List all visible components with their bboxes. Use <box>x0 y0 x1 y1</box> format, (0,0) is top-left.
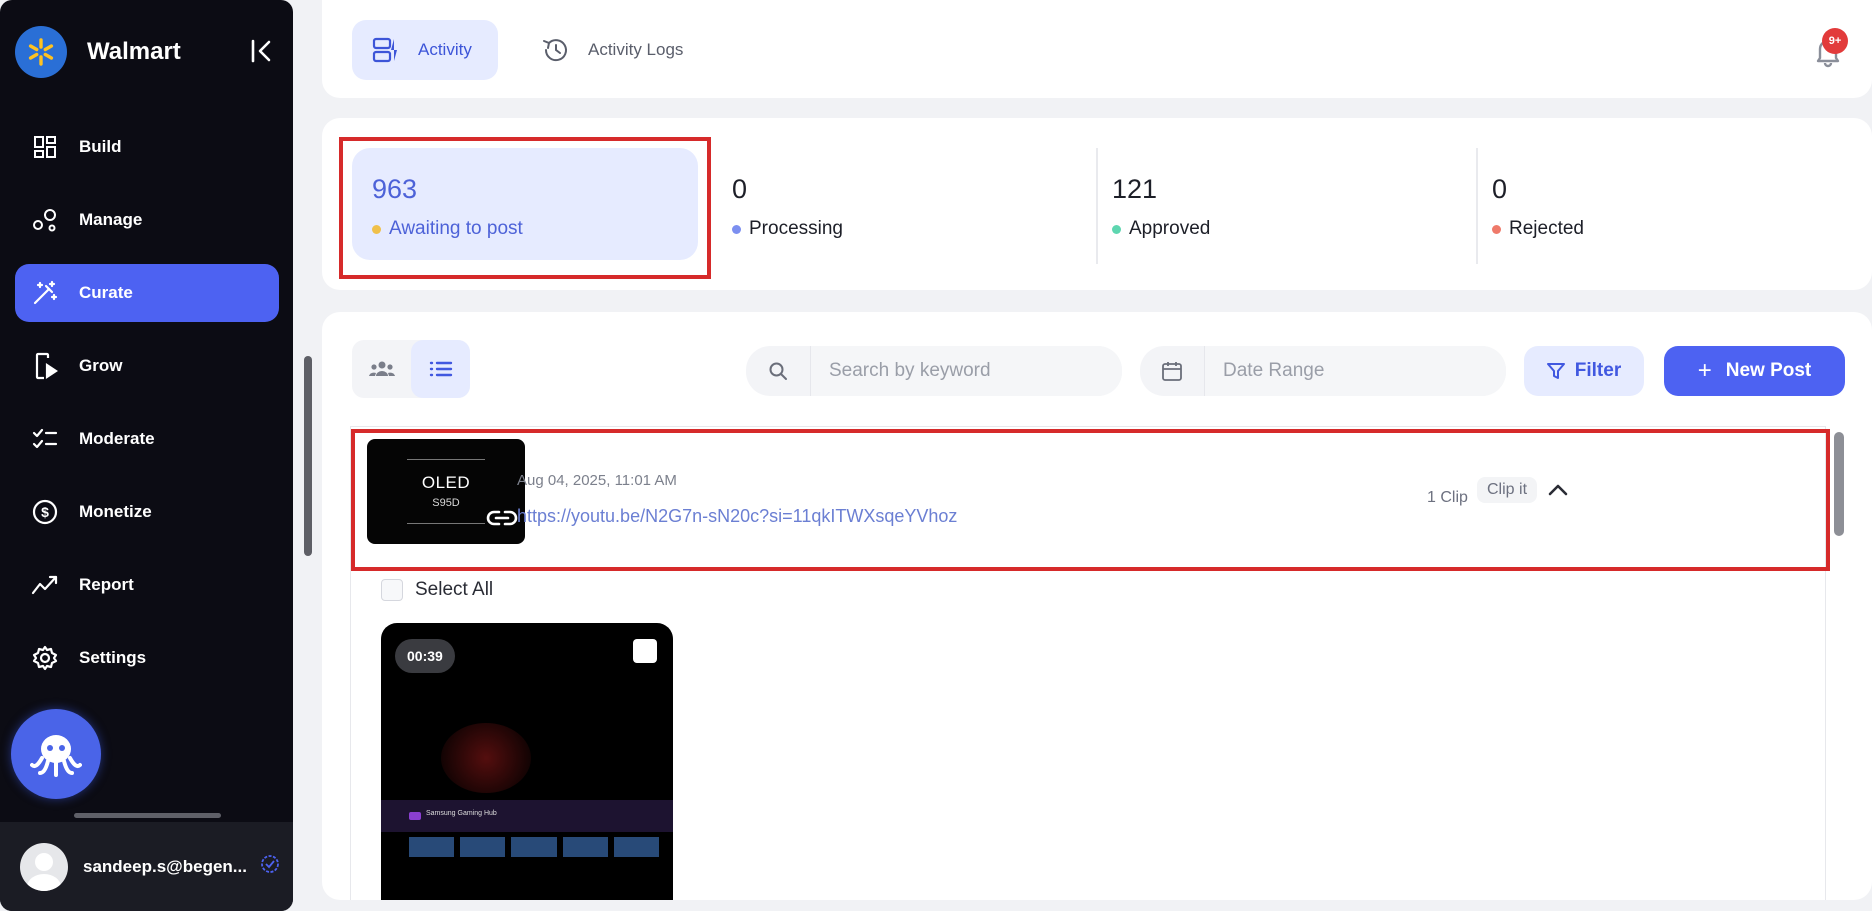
feed-scrollbar[interactable] <box>1834 432 1844 536</box>
sidebar-item-grow[interactable]: Grow <box>15 337 279 395</box>
collapse-sidebar-icon[interactable] <box>247 36 277 66</box>
clip-card[interactable]: 00:39 Samsung Gaming Hub <box>381 623 673 900</box>
stat-approved[interactable]: 121 Approved <box>1112 148 1438 260</box>
status-dot <box>732 224 741 234</box>
list-view-button[interactable] <box>411 340 470 398</box>
search-input[interactable] <box>829 360 1122 382</box>
svg-text:$: $ <box>41 504 49 520</box>
magic-wand-icon <box>31 279 59 307</box>
sidebar-item-label: Grow <box>79 356 123 375</box>
stat-value: 0 <box>1492 174 1508 204</box>
new-post-label: New Post <box>1725 360 1812 381</box>
preview-tile <box>460 837 506 857</box>
tab-label: Activity <box>418 40 472 59</box>
status-dot <box>1112 224 1121 234</box>
nodes-icon <box>31 206 59 234</box>
sidebar-divider <box>74 813 221 818</box>
stat-label: Rejected <box>1509 218 1584 239</box>
stat-value: 121 <box>1112 174 1158 204</box>
brand[interactable]: Walmart <box>15 26 181 78</box>
user-profile[interactable]: sandeep.s@begen... <box>0 822 293 911</box>
sidebar-item-curate[interactable]: Curate <box>15 264 279 322</box>
grid-icon <box>31 133 59 161</box>
sidebar-item-label: Monetize <box>79 502 152 521</box>
stat-rejected[interactable]: 0 Rejected <box>1492 148 1818 260</box>
clip-preview-tiles <box>409 837 660 857</box>
funnel-icon <box>1546 362 1565 380</box>
checkbox[interactable] <box>381 579 403 601</box>
assistant-octopus-button[interactable] <box>11 709 101 799</box>
sidebar-item-report[interactable]: Report <box>15 556 279 614</box>
tab-activity[interactable]: Activity <box>352 20 498 80</box>
history-icon <box>542 36 570 64</box>
page-scrollbar[interactable] <box>304 356 312 556</box>
clip-caption: Samsung Gaming Hub <box>426 810 497 817</box>
octopus-icon <box>30 735 82 777</box>
verified-badge-icon <box>261 855 279 878</box>
sidebar-item-label: Curate <box>79 283 133 302</box>
search-icon <box>746 361 810 381</box>
gear-icon <box>31 644 59 672</box>
search-box <box>746 346 1122 396</box>
preview-tile <box>511 837 557 857</box>
dollar-circle-icon: $ <box>31 498 59 526</box>
sidebar-item-label: Settings <box>79 648 147 667</box>
divider <box>1096 148 1098 264</box>
clip-preview-banner: Samsung Gaming Hub <box>381 800 673 832</box>
clip-duration: 00:39 <box>395 639 455 673</box>
trend-icon <box>31 571 59 599</box>
sidebar-item-label: Report <box>79 575 134 594</box>
sidebar-item-monetize[interactable]: $ Monetize <box>15 483 279 541</box>
sidebar-item-moderate[interactable]: Moderate <box>15 410 279 468</box>
select-all-checkbox[interactable]: Select All <box>381 579 493 601</box>
brand-name: Walmart <box>87 38 181 65</box>
preview-tile <box>562 837 608 857</box>
avatar <box>20 842 68 891</box>
tab-activity-logs[interactable]: Activity Logs <box>542 20 722 80</box>
content-panel: Filter + New Post OLED S95D Aug 04, 2025… <box>322 312 1872 900</box>
filter-label: Filter <box>1574 360 1622 381</box>
sidebar-item-settings[interactable]: Settings <box>15 629 279 687</box>
filter-button[interactable]: Filter <box>1524 346 1644 396</box>
top-bar: Activity Activity Logs 9+ <box>322 0 1872 98</box>
stat-processing[interactable]: 0 Processing <box>732 148 1058 260</box>
select-all-label: Select All <box>415 579 494 600</box>
sidebar-item-label: Manage <box>79 210 143 229</box>
sidebar-item-label: Moderate <box>79 429 155 448</box>
phone-play-icon <box>31 352 59 380</box>
date-range-box <box>1140 346 1506 396</box>
sidebar-nav: Build Manage Curate Grow Moderate $ Mone… <box>15 118 279 702</box>
tab-label: Activity Logs <box>588 40 684 59</box>
stat-label: Approved <box>1129 218 1211 239</box>
stat-value: 0 <box>732 174 748 204</box>
sidebar-item-manage[interactable]: Manage <box>15 191 279 249</box>
group-view-button[interactable] <box>352 340 411 398</box>
plus-icon: + <box>1697 357 1712 384</box>
calendar-icon[interactable] <box>1140 360 1204 382</box>
highlight-box <box>339 137 711 279</box>
preview-tile <box>613 837 660 857</box>
list-icon <box>429 361 452 377</box>
users-icon <box>368 361 395 376</box>
new-post-button[interactable]: + New Post <box>1664 346 1845 396</box>
sidebar-item-label: Build <box>79 137 122 156</box>
highlight-box <box>351 429 1830 571</box>
notification-badge: 9+ <box>1822 28 1848 54</box>
status-dot <box>1492 224 1501 234</box>
checklist-icon <box>31 425 59 453</box>
clip-checkbox[interactable] <box>633 639 657 663</box>
walmart-spark-icon <box>15 26 67 78</box>
clip-preview-glow <box>441 723 531 793</box>
stat-label: Processing <box>749 218 843 239</box>
preview-tile <box>409 837 455 857</box>
sidebar: Walmart Build Manage Curate Grow Moderat… <box>0 0 293 911</box>
date-range-input[interactable] <box>1223 360 1506 382</box>
user-email: sandeep.s@begen... <box>83 856 247 876</box>
divider <box>1476 148 1478 264</box>
gaming-hub-logo-icon <box>409 812 421 820</box>
view-toggle <box>352 340 470 398</box>
activity-icon <box>372 36 400 64</box>
sidebar-item-build[interactable]: Build <box>15 118 279 176</box>
